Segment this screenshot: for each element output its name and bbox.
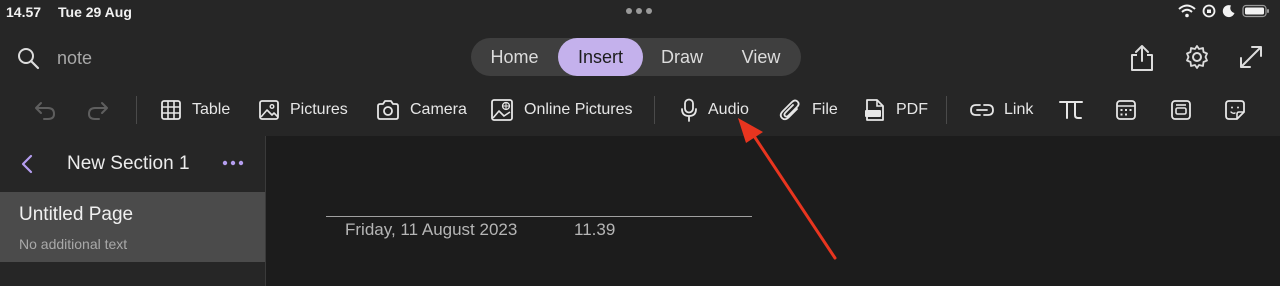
page-title-line: [326, 216, 752, 217]
wifi-icon: [1178, 4, 1196, 18]
table-button[interactable]: Table: [160, 88, 230, 132]
audio-button[interactable]: Audio: [680, 88, 749, 132]
multitasking-dots-icon[interactable]: [626, 8, 652, 14]
page-item-title: Untitled Page: [19, 204, 134, 225]
table-icon: [161, 100, 181, 120]
chevron-left-icon[interactable]: [18, 153, 38, 175]
redo-icon: [88, 102, 108, 120]
insert-ribbon: Table Pictures Camera Online Pictures Au…: [0, 88, 1280, 132]
page-item-subtitle: No additional text: [19, 236, 128, 252]
orientation-lock-icon: [1202, 4, 1216, 18]
gear-icon[interactable]: [1184, 44, 1210, 70]
status-icons: [1178, 4, 1270, 18]
undo-button[interactable]: [33, 88, 57, 132]
top-bar: note Home Insert Draw View: [0, 36, 1280, 80]
link-label: Link: [1004, 101, 1034, 118]
online-pictures-label: Online Pictures: [524, 101, 633, 118]
page-time: 11.39: [574, 220, 616, 239]
moon-icon: [1222, 5, 1235, 18]
template-icon: [1171, 100, 1191, 120]
battery-icon: [1242, 4, 1269, 18]
camera-label: Camera: [410, 101, 467, 118]
pi-icon: [1059, 101, 1083, 119]
camera-button[interactable]: Camera: [376, 88, 467, 132]
audio-label: Audio: [708, 101, 749, 118]
ribbon-divider: [136, 96, 137, 124]
microphone-icon: [681, 98, 697, 122]
redo-button[interactable]: [86, 88, 110, 132]
section-title: New Section 1: [67, 153, 190, 174]
calendar-icon: [1116, 100, 1136, 120]
section-header: New Section 1: [0, 136, 265, 192]
sticker-icon: [1225, 100, 1245, 120]
file-button[interactable]: File: [778, 88, 838, 132]
page-date: Friday, 11 August 2023: [345, 220, 518, 239]
tab-view[interactable]: View: [721, 38, 801, 76]
table-label: Table: [192, 101, 231, 118]
expand-icon[interactable]: [1238, 44, 1264, 70]
more-options-icon[interactable]: [221, 153, 245, 173]
ribbon-divider: [654, 96, 655, 124]
camera-icon: [377, 100, 399, 120]
paperclip-icon: [779, 99, 800, 121]
tab-insert[interactable]: Insert: [558, 38, 643, 76]
file-label: File: [812, 101, 838, 118]
note-canvas[interactable]: Friday, 11 August 2023 11.39: [266, 136, 1280, 286]
undo-icon: [35, 102, 55, 120]
pictures-label: Pictures: [290, 101, 348, 118]
tab-home[interactable]: Home: [471, 38, 558, 76]
ribbon-divider: [946, 96, 947, 124]
equation-button[interactable]: [1058, 88, 1084, 132]
page-list-sidebar: New Section 1 Untitled Page No additiona…: [0, 136, 266, 286]
share-icon[interactable]: [1129, 44, 1155, 72]
tab-draw[interactable]: Draw: [643, 38, 721, 76]
status-bar: 14.57 Tue 29 Aug: [0, 0, 1280, 26]
pictures-button[interactable]: Pictures: [258, 88, 348, 132]
pdf-button[interactable]: PDF: [864, 88, 928, 132]
pdf-label: PDF: [896, 101, 928, 118]
online-picture-icon: [491, 99, 513, 121]
calendar-button[interactable]: [1115, 88, 1137, 132]
ribbon-tab-group: Home Insert Draw View: [471, 38, 801, 76]
link-icon: [970, 104, 994, 116]
pdf-icon: [865, 99, 884, 121]
page-template-button[interactable]: [1170, 88, 1192, 132]
page-list-item[interactable]: Untitled Page No additional text: [0, 192, 265, 262]
search-icon[interactable]: [16, 46, 40, 70]
link-button[interactable]: Link: [970, 88, 1033, 132]
sticker-button[interactable]: [1224, 88, 1246, 132]
status-time: 14.57: [6, 4, 42, 20]
search-input[interactable]: note: [57, 48, 92, 69]
online-pictures-button[interactable]: Online Pictures: [490, 88, 633, 132]
status-date: Tue 29 Aug: [58, 4, 132, 20]
picture-icon: [259, 100, 279, 120]
